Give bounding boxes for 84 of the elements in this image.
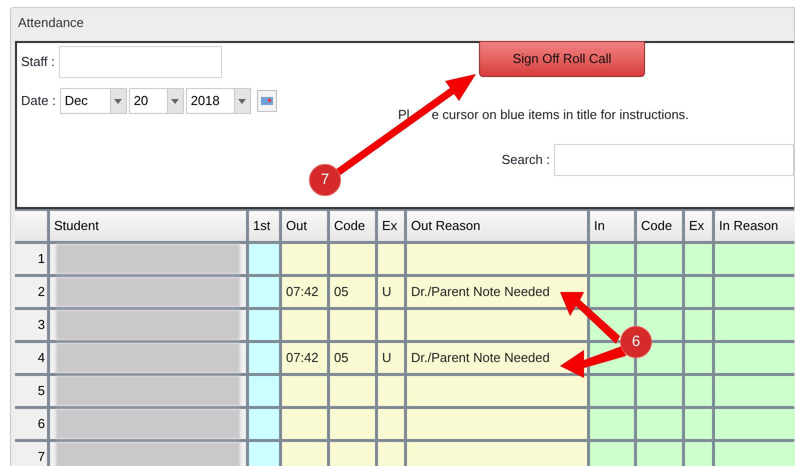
table-cell <box>685 376 712 406</box>
row-number: 5 <box>15 376 47 406</box>
table-cell: 07:42 <box>282 277 327 307</box>
table-cell <box>282 244 327 274</box>
table-cell <box>282 376 327 406</box>
table-cell <box>249 409 279 439</box>
row-number: 6 <box>15 409 47 439</box>
date-label: Date : <box>21 92 56 110</box>
table-cell <box>378 376 404 406</box>
table-cell <box>378 244 404 274</box>
table-cell <box>685 244 712 274</box>
table-cell: 05 <box>330 277 375 307</box>
table-cell <box>378 442 404 466</box>
table-cell: U <box>378 343 404 373</box>
table-cell <box>330 376 375 406</box>
column-header: Ex <box>685 211 712 241</box>
caret-icon <box>238 98 246 104</box>
month-dropdown[interactable]: Dec <box>60 88 127 114</box>
table-cell <box>637 244 682 274</box>
table-cell <box>282 409 327 439</box>
row-number: 4 <box>15 343 47 373</box>
search-field[interactable] <box>554 144 794 176</box>
table-cell <box>637 277 682 307</box>
table-cell <box>590 442 634 466</box>
table-cell <box>330 310 375 340</box>
calendar-icon <box>260 97 273 105</box>
column-header: Out <box>282 211 327 241</box>
table-cell <box>249 442 279 466</box>
year-dropdown[interactable]: 2018 <box>186 88 251 114</box>
table-cell <box>637 376 682 406</box>
table-cell <box>685 442 712 466</box>
instructions-text: Pl <box>398 106 410 124</box>
table-cell <box>249 376 279 406</box>
panel-title: Attendance <box>17 14 85 32</box>
table-cell <box>685 310 712 340</box>
table-cell: 05 <box>330 343 375 373</box>
caret-icon <box>114 98 122 104</box>
column-header: Out Reason <box>407 211 587 241</box>
sign-off-roll-call-button[interactable]: Sign Off Roll Call <box>479 41 645 77</box>
table-cell <box>685 343 712 373</box>
table-cell: 07:42 <box>282 343 327 373</box>
table-cell <box>685 277 712 307</box>
table-cell <box>249 277 279 307</box>
table-cell <box>378 310 404 340</box>
day-dropdown[interactable]: 20 <box>128 88 184 114</box>
table-cell <box>637 409 682 439</box>
table-cell <box>282 442 327 466</box>
table-cell <box>330 442 375 466</box>
table-cell <box>685 409 712 439</box>
table-cell <box>330 244 375 274</box>
table-cell <box>249 343 279 373</box>
column-header: Code <box>637 211 682 241</box>
column-header: 1st <box>249 211 279 241</box>
staff-field[interactable] <box>58 46 222 78</box>
row-number: 1 <box>15 244 47 274</box>
header-cell <box>15 211 47 241</box>
table-cell: Dr./Parent Note Needed <box>407 277 587 307</box>
instructions-text: e cursor on blue items in title for instructions. <box>432 106 689 124</box>
table-cell <box>590 244 634 274</box>
search-label: Search : <box>502 150 550 169</box>
table-cell <box>249 244 279 274</box>
caret-icon <box>171 98 180 104</box>
table-cell <box>590 409 634 439</box>
row-number: 7 <box>15 442 47 466</box>
table-cell <box>637 442 682 466</box>
table-cell <box>590 277 634 307</box>
callout-arrow <box>560 346 626 378</box>
callout-arrow <box>560 292 620 344</box>
table-cell <box>282 310 327 340</box>
table-cell: Dr./Parent Note Needed <box>407 343 587 373</box>
column-header: Student <box>50 211 246 241</box>
column-header: In Reason <box>715 211 795 241</box>
table-cell <box>590 376 634 406</box>
column-header: Ex <box>378 211 404 241</box>
row-number: 2 <box>15 277 47 307</box>
table-cell <box>378 409 404 439</box>
calendar-button[interactable] <box>256 90 277 112</box>
staff-label: Staff : <box>21 53 55 72</box>
column-header: Code <box>330 211 375 241</box>
row-number: 3 <box>15 310 47 340</box>
table-cell: U <box>378 277 404 307</box>
column-header: In <box>590 211 634 241</box>
table-cell <box>330 409 375 439</box>
table-cell <box>249 310 279 340</box>
